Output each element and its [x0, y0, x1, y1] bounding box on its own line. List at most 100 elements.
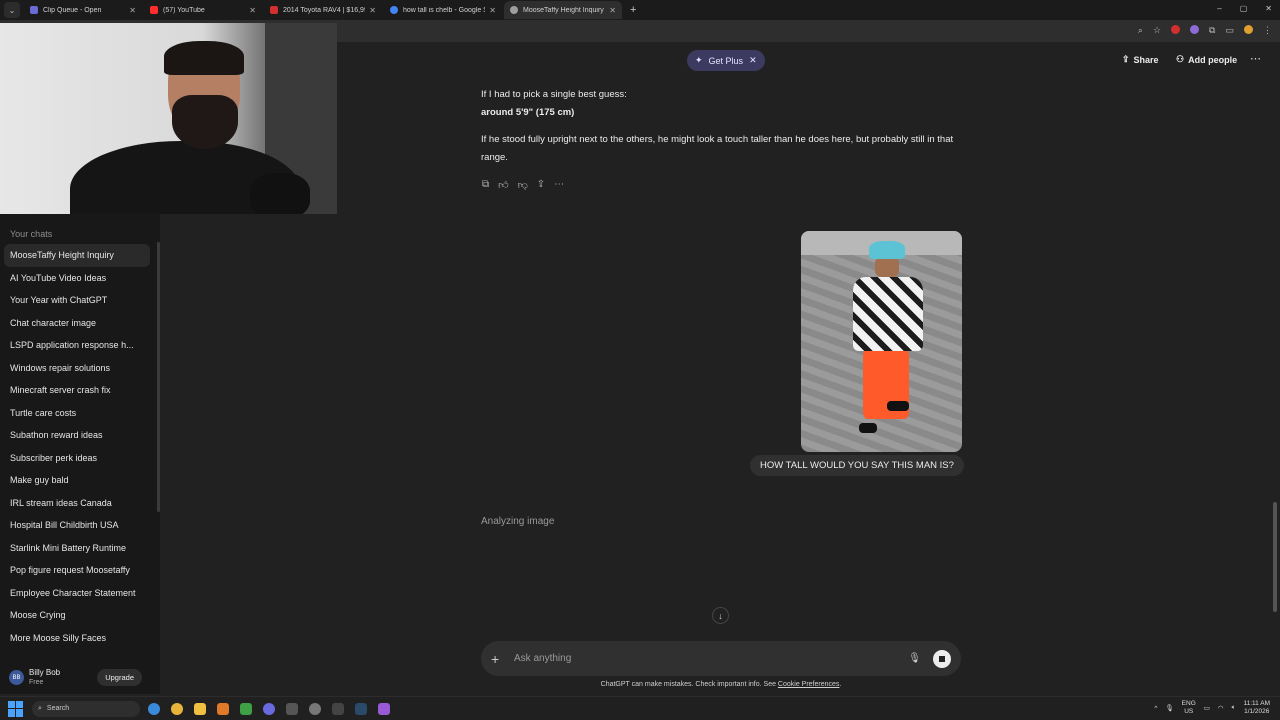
edge-icon[interactable] — [148, 702, 160, 715]
chat-item[interactable]: Make guy bald — [4, 469, 150, 492]
chat-item[interactable]: IRL stream ideas Canada — [4, 492, 150, 515]
close-icon[interactable]: ✕ — [609, 6, 616, 15]
browser-tab[interactable]: Clip Queue - Open ✕ — [24, 1, 142, 19]
user-plan: Free — [29, 678, 44, 686]
user-info: Billy Bob Free — [29, 668, 60, 688]
bookmark-star-icon[interactable]: ☆ — [1153, 25, 1161, 36]
chat-item[interactable]: Turtle care costs — [4, 402, 150, 425]
get-plus-button[interactable]: ✦ Get Plus ✕ — [687, 50, 765, 71]
chat-item[interactable]: More Moose Silly Faces — [4, 627, 150, 650]
webcam-overlay — [0, 23, 337, 214]
xbox-icon[interactable] — [240, 702, 252, 715]
clock[interactable]: 11:11 AM 1/1/2026 — [1244, 700, 1271, 716]
browser-tab[interactable]: how tall is chelb - Google Sear ✕ — [384, 1, 502, 19]
browser-tab-active[interactable]: MooseTaffy Height Inquiry ✕ — [504, 1, 622, 19]
youtube-icon — [150, 6, 158, 14]
disclaimer-end: . — [839, 681, 842, 688]
chat-item[interactable]: Moose Crying — [4, 604, 150, 627]
person-add-icon: ⚇ — [1176, 54, 1185, 64]
language-indicator[interactable]: ENG US — [1182, 700, 1196, 716]
minimize-button[interactable]: – — [1217, 4, 1221, 13]
sidebar-icon[interactable]: ▭ — [1225, 25, 1234, 36]
share-button[interactable]: ⇪ Share — [1122, 54, 1159, 65]
person-shoe — [887, 401, 909, 411]
new-tab-button[interactable]: + — [630, 4, 636, 16]
attach-plus-icon[interactable]: + — [491, 651, 509, 667]
extension-icon[interactable] — [1171, 25, 1181, 34]
close-icon[interactable]: ✕ — [129, 6, 136, 15]
volume-icon[interactable]: 🔈︎ — [1232, 704, 1236, 712]
streamer-hair — [164, 41, 244, 75]
thumbs-down-icon[interactable]: 👎︎ — [518, 179, 528, 191]
main-scrollbar[interactable] — [1273, 502, 1277, 612]
obs-icon[interactable] — [309, 702, 321, 715]
region-label: US — [1184, 708, 1194, 715]
browser-tab[interactable]: 2014 Toyota RAV4 | $16,990 | 1 ✕ — [264, 1, 382, 19]
discord-icon[interactable] — [263, 702, 275, 715]
file-explorer-icon[interactable] — [194, 702, 206, 715]
more-icon[interactable]: ⋯ — [554, 179, 564, 191]
close-icon[interactable]: ✕ — [249, 6, 256, 15]
upgrade-button[interactable]: Upgrade — [97, 669, 142, 686]
chat-item[interactable]: Your Year with ChatGPT — [4, 289, 150, 312]
chat-item[interactable]: LSPD application response h... — [4, 334, 150, 357]
chat-item[interactable]: Windows repair solutions — [4, 357, 150, 380]
person-shirt — [853, 277, 923, 351]
chat-item[interactable]: Hospital Bill Childbirth USA — [4, 514, 150, 537]
chat-item[interactable]: Subathon reward ideas — [4, 424, 150, 447]
chat-item[interactable]: Chat character image — [4, 312, 150, 335]
browser-tab[interactable]: (57) YouTube ✕ — [144, 1, 262, 19]
person-shoe — [859, 423, 877, 433]
zoom-icon[interactable]: ⌕ — [1138, 25, 1143, 36]
thumbs-up-icon[interactable]: 👍︎ — [498, 179, 508, 191]
tab-title: (57) YouTube — [163, 6, 205, 14]
message-actions: ⧉ 👍︎ 👎︎ ⇪ ⋯ — [482, 179, 564, 191]
profile-avatar-icon[interactable] — [1244, 25, 1253, 34]
close-window-button[interactable]: ✕ — [1265, 4, 1272, 13]
more-options-icon[interactable]: ⋯ — [1250, 52, 1261, 65]
cookie-preferences-link[interactable]: Cookie Preferences — [778, 681, 839, 688]
copy-icon[interactable]: ⧉ — [482, 179, 489, 191]
mic-tray-icon[interactable]: 🎙︎ — [1165, 704, 1173, 712]
chat-item[interactable]: AI YouTube Video Ideas — [4, 267, 150, 290]
app-icon[interactable] — [217, 702, 229, 715]
windows-start-icon[interactable] — [8, 700, 24, 717]
close-icon[interactable]: ✕ — [749, 55, 757, 66]
chat-item[interactable]: Starlink Mini Battery Runtime — [4, 537, 150, 560]
chat-item[interactable]: Subscriber perk ideas — [4, 447, 150, 470]
extensions-puzzle-icon[interactable]: ⧉ — [1209, 25, 1215, 36]
sparkle-icon: ✦ — [695, 55, 703, 65]
your-chats-heading: Your chats — [10, 229, 53, 239]
tab-search-menu-button[interactable]: ⌄ — [4, 2, 20, 18]
microphone-icon[interactable]: 🎙︎ — [908, 653, 921, 664]
taskbar-apps — [148, 702, 390, 715]
user-profile[interactable]: BB Billy Bob Free Upgrade — [0, 661, 160, 694]
share-icon[interactable]: ⇪ — [537, 179, 545, 191]
chat-item[interactable]: Pop figure request Moosetaffy — [4, 559, 150, 582]
chat-item[interactable]: Minecraft server crash fix — [4, 379, 150, 402]
twitch-icon[interactable] — [378, 702, 390, 715]
tab-title: MooseTaffy Height Inquiry — [523, 6, 604, 14]
scroll-down-button[interactable]: ↓ — [712, 607, 729, 624]
close-icon[interactable]: ✕ — [489, 6, 496, 15]
browser-menu-icon[interactable]: ⋮ — [1263, 25, 1272, 36]
extension-icon[interactable] — [1190, 25, 1200, 34]
display-icon[interactable]: ▭ — [1204, 704, 1210, 712]
chat-item[interactable]: MooseTaffy Height Inquiry — [4, 244, 150, 267]
chatgpt-icon — [510, 6, 518, 14]
uploaded-image[interactable] — [801, 231, 962, 452]
steam-icon[interactable] — [355, 702, 367, 715]
chat-item[interactable]: Employee Character Statement — [4, 582, 150, 605]
calculator-icon[interactable] — [332, 702, 344, 715]
close-icon[interactable]: ✕ — [369, 6, 376, 15]
maximize-button[interactable]: ▢ — [1240, 4, 1248, 13]
chevron-up-icon[interactable]: ^ — [1154, 705, 1157, 712]
streamer-beard — [172, 95, 238, 149]
terminal-icon[interactable] — [286, 702, 298, 715]
add-people-button[interactable]: ⚇ Add people — [1176, 54, 1237, 65]
prompt-input[interactable] — [514, 653, 909, 664]
chrome-icon[interactable] — [171, 702, 183, 715]
stop-generating-button[interactable] — [933, 649, 951, 668]
taskbar-search[interactable]: ⌕ Search — [32, 700, 140, 717]
wifi-icon[interactable]: ◠ — [1218, 704, 1224, 712]
